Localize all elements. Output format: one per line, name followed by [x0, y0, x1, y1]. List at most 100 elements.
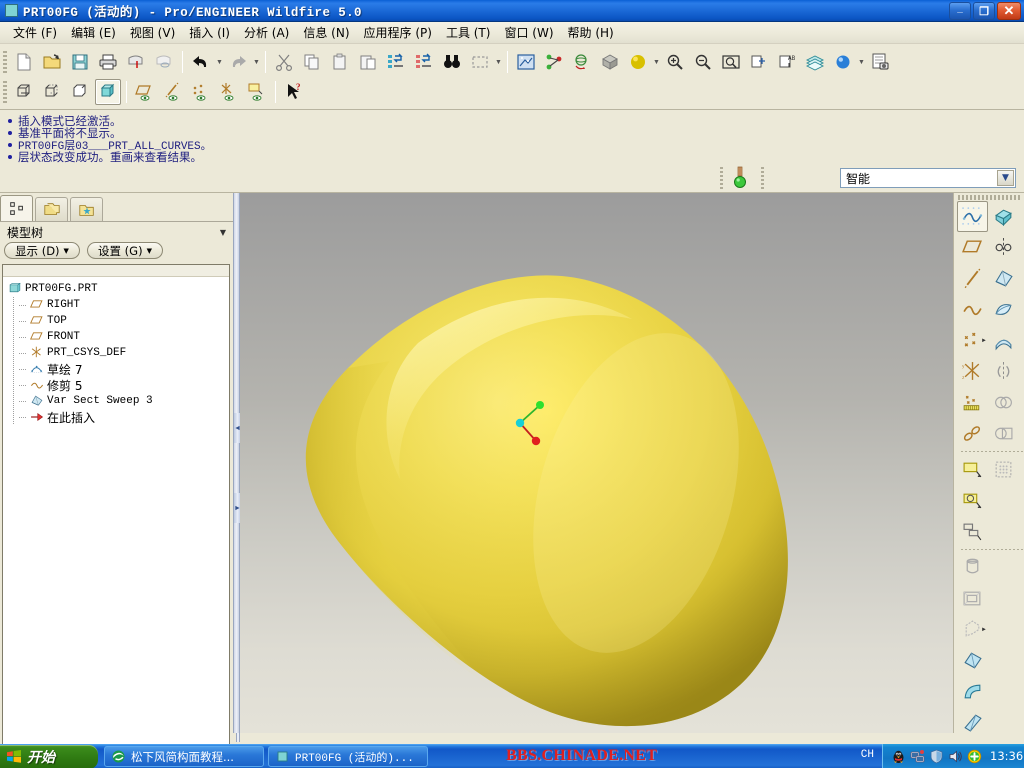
hidden-line-button[interactable] [39, 79, 65, 105]
tree-show-button[interactable]: 显示 (D)▼ [4, 242, 80, 259]
zoom-out-button[interactable] [690, 49, 716, 75]
datum-axis-tool-button[interactable] [957, 263, 988, 294]
cut-button[interactable] [271, 49, 297, 75]
annotation-button[interactable]: AB [774, 49, 800, 75]
shell-tool-button[interactable] [957, 583, 988, 614]
reference-tool-button[interactable] [957, 418, 988, 449]
flyout-arrow-icon[interactable]: ► [981, 338, 987, 344]
shield-icon[interactable] [929, 749, 944, 764]
undo-button[interactable] [188, 49, 214, 75]
qq-penguin-icon[interactable] [891, 749, 906, 764]
regenerate-button[interactable] [383, 49, 409, 75]
tree-node[interactable]: Var Sect Sweep 3 [7, 393, 229, 409]
fill-surface-button[interactable] [988, 454, 1019, 485]
menu-info[interactable]: 信息 (N) [296, 22, 356, 43]
datum-csys-display-button[interactable] [216, 79, 242, 105]
chevron-down-icon[interactable]: ▼ [652, 49, 661, 75]
menu-insert[interactable]: 插入 (I) [182, 22, 237, 43]
menu-tools[interactable]: 工具 (T) [439, 22, 498, 43]
tree-node[interactable]: FRONT [7, 329, 229, 345]
paste-special-button[interactable] [355, 49, 381, 75]
chevron-down-icon[interactable]: ▼ [64, 247, 69, 255]
blend-tool-button[interactable] [988, 294, 1019, 325]
flyout-arrow-icon[interactable]: ► [981, 627, 987, 633]
volume-icon[interactable] [948, 749, 963, 764]
tab-favorites[interactable] [70, 197, 103, 222]
draft-tool-button[interactable] [957, 645, 988, 676]
datum-point-display-button[interactable] [188, 79, 214, 105]
sweep-tool-button[interactable] [988, 263, 1019, 294]
chevron-down-icon[interactable]: ▼ [215, 49, 224, 75]
context-help-button[interactable]: ? [281, 79, 307, 105]
save-button[interactable] [67, 49, 93, 75]
revolve-tool-button[interactable] [988, 232, 1019, 263]
regenerate-manual-button[interactable] [411, 49, 437, 75]
tree-node[interactable]: 在此插入 [7, 409, 229, 425]
menu-analysis[interactable]: 分析 (A) [237, 22, 296, 43]
ime-indicator[interactable]: CH [861, 749, 874, 761]
tree-node[interactable]: 修剪 5 [7, 377, 229, 393]
appearance-button[interactable] [830, 49, 856, 75]
start-button[interactable]: 开始 [0, 745, 98, 768]
tree-node[interactable]: TOP [7, 313, 229, 329]
toolbar-grip[interactable] [3, 51, 7, 73]
repaint-button[interactable] [513, 49, 539, 75]
spin-center-button[interactable] [541, 49, 567, 75]
chevron-down-icon[interactable]: ▼ [997, 170, 1014, 186]
tab-folder-browser[interactable] [35, 197, 68, 222]
chevron-down-icon[interactable]: ▼ [857, 49, 866, 75]
chevron-down-icon[interactable]: ▼ [220, 228, 226, 237]
menu-file[interactable]: 文件 (F) [6, 22, 64, 43]
datum-plane-display-button[interactable] [132, 79, 158, 105]
tree-settings-button[interactable]: 设置 (G)▼ [87, 242, 163, 259]
intersect-tool-button[interactable] [988, 418, 1019, 449]
extrude-surface-button[interactable] [957, 454, 988, 485]
hole-tool-button[interactable] [957, 552, 988, 583]
mirror-tool-button[interactable] [988, 356, 1019, 387]
chevron-down-icon[interactable]: ▼ [494, 49, 503, 75]
window-title-bar[interactable]: PRT00FG (活动的) - Pro/ENGINEER Wildfire 5.… [0, 0, 1024, 22]
minimize-button[interactable]: _ [949, 2, 971, 20]
menu-help[interactable]: 帮助 (H) [561, 22, 621, 43]
menu-edit[interactable]: 编辑 (E) [64, 22, 123, 43]
toolbar-grip-right[interactable] [958, 195, 1020, 200]
saved-views-button[interactable] [597, 49, 623, 75]
tree-node[interactable]: RIGHT [7, 297, 229, 313]
print-button[interactable] [95, 49, 121, 75]
extrude-tool-button[interactable] [988, 201, 1019, 232]
toolbar-grip[interactable] [720, 167, 723, 189]
tree-node[interactable]: PRT00FG.PRT [7, 281, 229, 297]
search-button[interactable] [439, 49, 465, 75]
datum-csys-tool-button[interactable]: yz [957, 356, 988, 387]
toolbar-grip[interactable] [3, 81, 7, 103]
datum-axis-display-button[interactable] [160, 79, 186, 105]
maximize-button[interactable]: ❐ [973, 2, 995, 20]
chevron-down-icon[interactable]: ▼ [147, 247, 152, 255]
toolbar-grip-2[interactable] [761, 167, 764, 189]
orient-mode-button[interactable] [569, 49, 595, 75]
panel-splitter[interactable]: ◄ ► [233, 193, 240, 733]
new-button[interactable] [11, 49, 37, 75]
send-link-button[interactable] [151, 49, 177, 75]
tree-node[interactable]: PRT_CSYS_DEF [7, 345, 229, 361]
menu-view[interactable]: 视图 (V) [123, 22, 182, 43]
zoom-in-button[interactable] [662, 49, 688, 75]
tree-node[interactable]: 草绘 7 [7, 361, 229, 377]
analysis-feature-button[interactable] [957, 387, 988, 418]
chamfer-tool-button[interactable] [957, 707, 988, 738]
network-icon[interactable] [910, 749, 925, 764]
tab-model-tree[interactable] [0, 195, 33, 222]
layers-button[interactable] [802, 49, 828, 75]
update-icon[interactable] [967, 749, 982, 764]
wireframe-button[interactable] [11, 79, 37, 105]
pattern-button[interactable] [957, 516, 988, 547]
datum-display-button[interactable] [746, 49, 772, 75]
copy-button[interactable] [299, 49, 325, 75]
curve-tool-button[interactable] [957, 294, 988, 325]
send-mail-button[interactable] [123, 49, 149, 75]
datum-point-tool-button[interactable]: ► [957, 325, 988, 356]
paste-button[interactable] [327, 49, 353, 75]
menu-window[interactable]: 窗口 (W) [497, 22, 560, 43]
chevron-down-icon[interactable]: ▼ [252, 49, 261, 75]
menu-applications[interactable]: 应用程序 (P) [357, 22, 439, 43]
